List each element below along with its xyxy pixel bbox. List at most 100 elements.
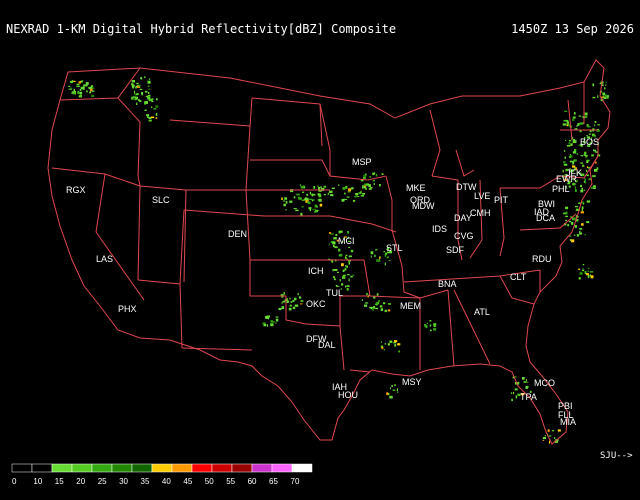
echo-cell [138,84,141,87]
echo-cell [346,288,349,291]
echo-cell [144,90,148,93]
echo-cell [353,199,356,202]
echo-cell [347,231,349,234]
legend-swatch [91,463,113,473]
echo-cell [568,155,571,159]
echo-cell [583,189,586,191]
station-label: MKE [406,183,426,193]
reflectivity-legend: 0 10 15 20 25 30 35 40 45 50 55 60 65 70 [11,463,313,486]
echo-cell [136,93,139,95]
legend-tick: 45 [183,477,192,486]
echo-cell [136,102,138,105]
echo-cell [364,185,367,187]
station-label: HOU [338,390,358,400]
echo-cell [579,122,583,125]
echo-cell [563,163,568,166]
echo-cell [587,125,591,128]
legend-swatch [271,463,293,473]
echo-cell [299,184,301,187]
sju-nav-link[interactable]: SJU--> [600,451,633,461]
echo-cell [376,293,379,296]
legend-swatches [11,463,313,473]
echo-cell [581,187,584,190]
station-label: MIA [560,417,576,427]
legend-tick: 25 [98,477,107,486]
echo-cell [77,92,80,94]
echo-cell [370,251,374,255]
echo-cell [433,323,437,326]
echo-cell [568,140,572,142]
echo-cell [585,169,588,172]
legend-tick: 65 [269,477,278,486]
echo-cell [551,430,555,432]
echo-cell [148,119,152,122]
echo-cell [336,285,340,287]
echo-cell [398,350,400,353]
echo-cell [525,386,528,389]
echo-cell [384,262,386,266]
echo-cell [565,219,567,222]
echo-cell [586,174,589,177]
echo-cell [350,187,354,190]
echo-cell [346,196,350,198]
echo-cell [570,143,573,146]
echo-cell [275,318,279,322]
echo-cell [309,191,312,194]
echo-cell [590,186,594,189]
echo-cell [354,196,357,198]
echo-cell [574,225,577,228]
echo-cell [363,177,366,179]
echo-cell [300,212,303,216]
echo-cell [300,300,304,302]
echo-cell [344,267,347,271]
legend-tick: 60 [248,477,257,486]
echo-cell [73,93,75,95]
echo-cell [286,300,290,303]
echo-cell [424,324,428,327]
echo-cell [348,188,351,192]
echo-cell [303,198,307,201]
echo-cell [363,174,367,177]
echo-cell [311,193,314,197]
echo-cell [607,96,609,99]
echo-cell [585,181,587,184]
echo-cell [376,259,380,262]
echo-cell [383,349,386,351]
station-label: BNA [438,279,457,289]
echo-cell [384,342,386,345]
echo-cell [327,192,329,196]
echo-cell [148,88,151,90]
echo-cell [338,230,341,234]
echo-cell [576,234,580,237]
station-label: EWR [556,174,577,184]
echo-cell [270,323,274,327]
station-label: ICH [308,266,324,276]
echo-cell [301,191,305,193]
station-label: CMH [470,208,491,218]
echo-cell [149,98,153,102]
echo-cell [313,193,316,196]
echo-cell [68,85,71,87]
echo-cell [429,320,432,322]
legend-tick: 55 [226,477,235,486]
echo-cell [585,273,589,276]
echo-cell [310,193,312,196]
echo-cell [139,88,143,90]
echo-cell [564,156,566,159]
echo-cell [278,307,282,310]
echo-cell [589,271,594,273]
legend-swatch [31,463,53,473]
station-label: OKC [306,299,326,309]
echo-cell [387,343,390,346]
echo-cell [582,267,584,269]
echo-cell [79,89,82,91]
echo-cell [360,190,362,194]
echo-cell [574,149,577,152]
echo-cell [542,437,546,440]
echo-cell [341,283,344,286]
echo-cell [553,437,556,439]
echo-cell [576,219,579,222]
echo-cell [83,84,85,88]
echo-cell [373,183,375,185]
echo-cell [302,186,306,188]
